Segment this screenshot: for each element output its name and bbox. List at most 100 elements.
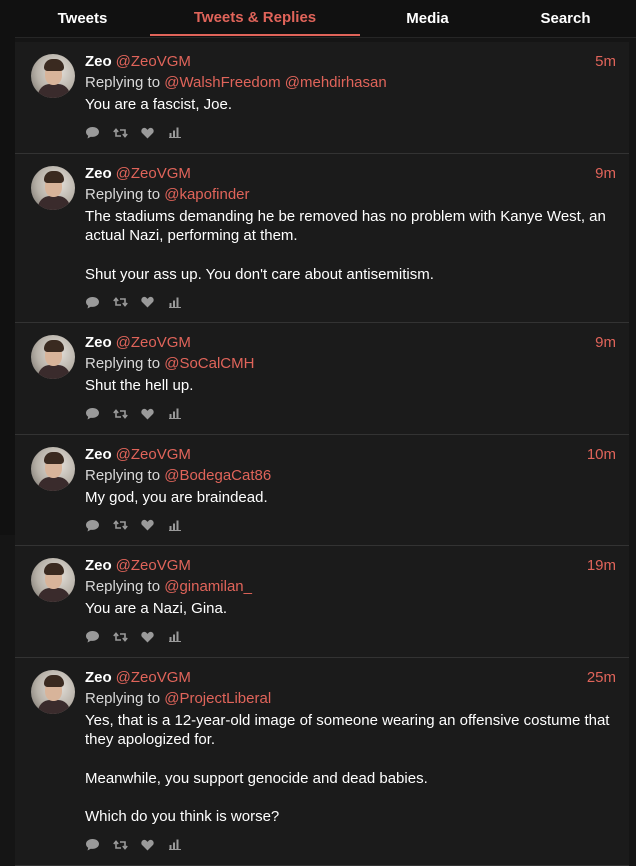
user-handle[interactable]: @ZeoVGM	[116, 669, 191, 686]
stats-icon[interactable]	[169, 839, 197, 850]
like-icon[interactable]	[141, 631, 169, 643]
replying-to-label: Replying to	[85, 466, 161, 484]
tab-tweets-replies[interactable]: Tweets & Replies	[150, 0, 360, 36]
profile-tabs: Tweets Tweets & Replies Media Search	[15, 0, 636, 38]
tweet-paragraph: Which do you think is worse?	[85, 808, 280, 825]
tab-search[interactable]: Search	[495, 0, 636, 36]
user-handle[interactable]: @ZeoVGM	[116, 53, 191, 70]
reply-mention-link[interactable]: @ProjectLiberal	[164, 690, 271, 707]
tweet-actions	[85, 396, 615, 434]
tweet-timestamp[interactable]: 19m	[587, 556, 616, 576]
replying-to-label: Replying to	[85, 355, 161, 372]
avatar-hair	[44, 340, 64, 352]
tweet-paragraph: Shut your ass up. You don't care about a…	[85, 265, 434, 283]
display-name[interactable]: Zeo	[85, 446, 112, 463]
retweet-icon[interactable]	[113, 631, 141, 643]
reply-mention-link[interactable]: @BodegaCat86	[164, 467, 271, 484]
tweet-header: Zeo @ZeoVGM	[85, 164, 615, 184]
avatar[interactable]	[31, 335, 75, 379]
stats-icon[interactable]	[169, 297, 197, 308]
like-icon[interactable]	[141, 839, 169, 851]
tweet-actions	[85, 284, 615, 322]
avatar[interactable]	[31, 54, 75, 98]
reply-icon[interactable]	[85, 407, 113, 420]
stats-icon[interactable]	[169, 408, 197, 419]
display-name[interactable]: Zeo	[85, 557, 112, 574]
tweet[interactable]: Zeo @ZeoVGM 10m Replying to @BodegaCat86 My …	[15, 435, 629, 546]
tweet-actions	[85, 115, 615, 153]
reply-mention-link[interactable]: @mehdirhasan	[285, 74, 387, 91]
retweet-icon[interactable]	[113, 839, 141, 851]
tweet[interactable]: Zeo @ZeoVGM 5m Replying to @WalshFreedom @m…	[15, 42, 629, 154]
tweet[interactable]: Zeo @ZeoVGM 9m Replying to @SoCalCMH Shut th…	[15, 323, 629, 435]
tweet-header: Zeo @ZeoVGM	[85, 556, 615, 576]
avatar-body	[38, 195, 70, 210]
user-handle[interactable]: @ZeoVGM	[116, 165, 191, 182]
replying-to-label: Replying to	[85, 185, 161, 203]
tab-tweets[interactable]: Tweets	[15, 0, 150, 36]
like-icon[interactable]	[141, 296, 169, 308]
reply-icon[interactable]	[85, 519, 113, 532]
tweet-timestamp[interactable]: 9m	[595, 164, 616, 184]
tweet[interactable]: Zeo @ZeoVGM 19m Replying to @ginamilan_ You …	[15, 546, 629, 658]
user-handle[interactable]: @ZeoVGM	[116, 446, 191, 463]
tweet-paragraph: You are a fascist, Joe.	[85, 96, 233, 113]
tweet-text: You are a Nazi, Gina.	[85, 599, 615, 619]
tab-media[interactable]: Media	[360, 0, 495, 36]
user-handle[interactable]: @ZeoVGM	[116, 557, 191, 574]
reply-mention-link[interactable]: @WalshFreedom	[164, 74, 280, 91]
tweet-paragraph: My god, you are braindead.	[85, 488, 268, 506]
stats-icon[interactable]	[169, 520, 197, 531]
avatar[interactable]	[31, 669, 75, 714]
tweet-timestamp[interactable]: 25m	[587, 668, 616, 688]
replying-to-label: Replying to	[85, 689, 161, 707]
tweet[interactable]: Zeo @ZeoVGM 9m Replying to @kapofinder The s…	[15, 154, 629, 323]
display-name[interactable]: Zeo	[85, 165, 112, 182]
user-handle[interactable]: @ZeoVGM	[116, 334, 191, 351]
tweet-paragraph: The stadiums demanding he be removed has…	[85, 207, 606, 245]
avatar-body	[38, 699, 70, 714]
tweet[interactable]: Zeo @ZeoVGM 25m Replying to @ProjectLiberal…	[15, 658, 629, 866]
replying-to-line: Replying to @ProjectLiberal	[85, 688, 615, 709]
like-icon[interactable]	[141, 127, 169, 139]
stats-icon[interactable]	[169, 127, 197, 138]
tweet-header: Zeo @ZeoVGM	[85, 52, 615, 72]
tweet-actions	[85, 507, 615, 545]
avatar-body	[38, 588, 70, 602]
tweet-paragraph: Shut the hell up.	[85, 377, 194, 394]
avatar[interactable]	[31, 558, 75, 602]
tweet-text: Shut the hell up.	[85, 376, 615, 396]
avatar-body	[38, 84, 70, 98]
avatar[interactable]	[31, 446, 75, 491]
tweet-text: The stadiums demanding he be removed has…	[85, 207, 615, 285]
replying-to-line: Replying to @BodegaCat86	[85, 465, 615, 486]
tweet-actions	[85, 827, 615, 865]
tweet-paragraph: You are a Nazi, Gina.	[85, 600, 228, 617]
tweet-actions	[85, 619, 615, 657]
reply-icon[interactable]	[85, 296, 113, 309]
retweet-icon[interactable]	[113, 408, 141, 420]
tweet-timestamp[interactable]: 9m	[595, 333, 616, 353]
reply-mention-link[interactable]: @kapofinder	[164, 186, 249, 203]
retweet-icon[interactable]	[113, 127, 141, 139]
avatar-hair	[44, 170, 64, 183]
display-name[interactable]: Zeo	[85, 669, 112, 686]
left-edge-panel	[0, 0, 15, 535]
replying-to-line: Replying to @WalshFreedom @mehdirhasan	[85, 72, 615, 93]
like-icon[interactable]	[141, 519, 169, 531]
avatar[interactable]	[31, 165, 75, 210]
retweet-icon[interactable]	[113, 519, 141, 531]
tweet-text: You are a fascist, Joe.	[85, 95, 615, 115]
reply-icon[interactable]	[85, 838, 113, 851]
like-icon[interactable]	[141, 408, 169, 420]
reply-mention-link[interactable]: @SoCalCMH	[164, 355, 254, 372]
reply-icon[interactable]	[85, 126, 113, 139]
retweet-icon[interactable]	[113, 296, 141, 308]
tweet-timestamp[interactable]: 5m	[595, 52, 616, 72]
reply-icon[interactable]	[85, 630, 113, 643]
display-name[interactable]: Zeo	[85, 53, 112, 70]
display-name[interactable]: Zeo	[85, 334, 112, 351]
tweet-timestamp[interactable]: 10m	[587, 445, 616, 465]
reply-mention-link[interactable]: @ginamilan_	[164, 578, 252, 595]
stats-icon[interactable]	[169, 631, 197, 642]
